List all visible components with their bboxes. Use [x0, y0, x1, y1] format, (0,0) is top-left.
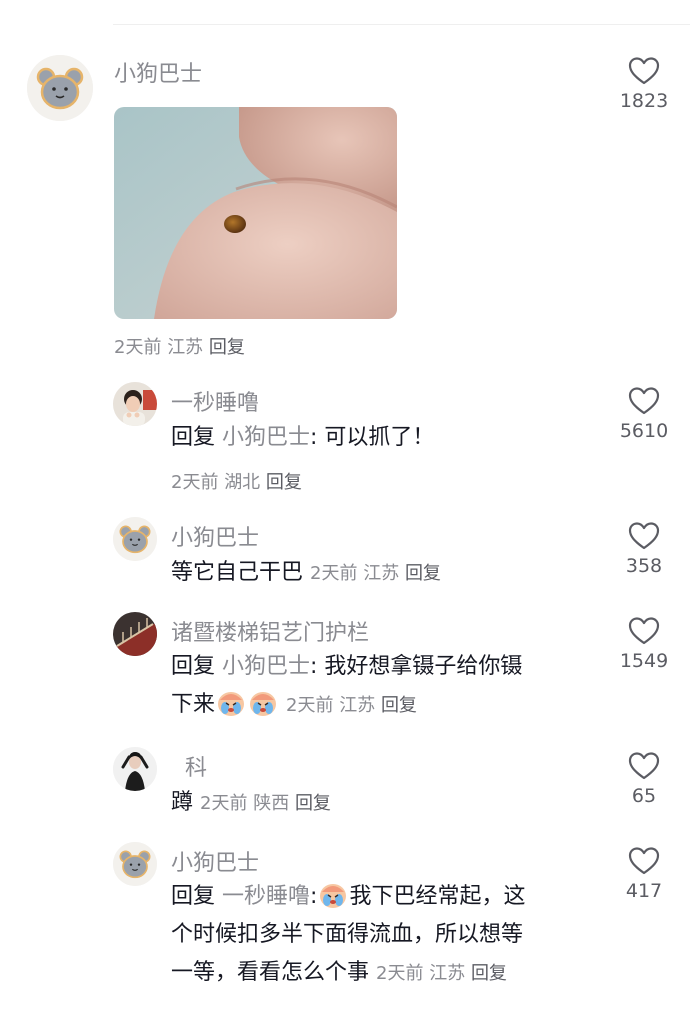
comment-time: 2天前: [200, 793, 248, 814]
bear-avatar-icon: [27, 55, 93, 121]
comment-username[interactable]: 科: [185, 750, 207, 782]
like-button[interactable]: 358: [604, 521, 684, 577]
crying-face-emoji: [248, 688, 278, 718]
comment-content-cont: 下来: [171, 692, 216, 717]
like-button[interactable]: 417: [604, 846, 684, 902]
comment-username[interactable]: 一秒睡噜: [171, 385, 259, 417]
comment-location: 湖北: [224, 472, 261, 493]
like-button[interactable]: 65: [604, 751, 684, 807]
comment-meta: 2天前 陕西 回复: [200, 793, 331, 814]
avatar-bear[interactable]: [113, 517, 157, 561]
comment-content: 等它自己干巴: [171, 560, 304, 585]
comment-location: 江苏: [363, 563, 400, 584]
comment-content: : 我好想拿镊子给你镊: [310, 654, 523, 679]
reply-to-user[interactable]: 小狗巴士: [222, 654, 310, 679]
comment-location: 陕西: [253, 793, 290, 814]
comment-location: 江苏: [339, 695, 376, 716]
crying-face-emoji: [318, 880, 348, 910]
reply-button[interactable]: 回复: [405, 563, 441, 584]
comment-content-cont: 一等，看看怎么个事: [171, 960, 370, 985]
like-count: 1549: [619, 650, 669, 672]
comment-username[interactable]: 小狗巴士: [114, 56, 202, 88]
heart-outline-icon: [628, 387, 660, 415]
heart-outline-icon: [628, 522, 660, 550]
bear-avatar-icon: [113, 517, 157, 561]
like-button[interactable]: 1823: [604, 56, 684, 112]
comment-text: 回复 一秒睡噜: 我下巴经常起，这 个时候扣多半下面得流血，所以想等 一等，看看怎…: [171, 878, 591, 993]
like-button[interactable]: 5610: [604, 386, 684, 442]
reply-prefix: 回复: [171, 884, 216, 909]
comment-meta: 2天前 江苏 回复: [376, 963, 507, 984]
comment-username[interactable]: 小狗巴士: [171, 845, 259, 877]
like-count: 1823: [619, 90, 669, 112]
like-count: 417: [625, 880, 663, 902]
bear-avatar-icon: [113, 842, 157, 886]
skin-photo-image: [114, 107, 397, 319]
avatar-stairs[interactable]: [113, 612, 157, 656]
reply-prefix: 回复: [171, 654, 216, 679]
comment-content-cont: 个时候扣多半下面得流血，所以想等: [171, 922, 524, 947]
comment-username[interactable]: 诸暨楼梯铝艺门护栏: [171, 615, 369, 647]
like-count: 5610: [619, 420, 669, 442]
woman-photo-avatar-icon: [113, 747, 157, 791]
comment-username[interactable]: 小狗巴士: [171, 520, 259, 552]
comment-text: 蹲 2天前 陕西 回复: [171, 784, 331, 823]
comment-content: 蹲: [171, 790, 194, 815]
staircase-railing-avatar-icon: [113, 612, 157, 656]
heart-outline-icon: [628, 752, 660, 780]
comment-location: 江苏: [429, 963, 466, 984]
heart-outline-icon: [628, 617, 660, 645]
avatar-bear[interactable]: [113, 842, 157, 886]
like-count: 358: [625, 555, 663, 577]
like-count: 65: [631, 785, 657, 807]
comment-location: 江苏: [167, 337, 204, 358]
reply-button[interactable]: 回复: [381, 695, 417, 716]
avatar-woman[interactable]: [113, 747, 157, 791]
comment-photo[interactable]: [114, 107, 397, 319]
comment-text: 回复 小狗巴士: 可以抓了！: [171, 419, 434, 457]
comment-meta: 2天前 江苏 回复: [286, 695, 417, 716]
comment-meta: 2天前 江苏 回复: [114, 333, 245, 359]
comment-text: 等它自己干巴 2天前 江苏 回复: [171, 554, 441, 593]
comment-time: 2天前: [286, 695, 334, 716]
heart-outline-icon: [628, 57, 660, 85]
comment-time: 2天前: [171, 472, 219, 493]
comment-meta: 2天前 江苏 回复: [310, 563, 441, 584]
reply-button[interactable]: 回复: [295, 793, 331, 814]
reply-button[interactable]: 回复: [471, 963, 507, 984]
comment-time: 2天前: [310, 563, 358, 584]
reply-button[interactable]: 回复: [266, 472, 302, 493]
heart-outline-icon: [628, 847, 660, 875]
comment-content: 我下巴经常起，这: [349, 884, 526, 909]
like-button[interactable]: 1549: [604, 616, 684, 672]
comment-time: 2天前: [114, 337, 162, 358]
divider: [113, 24, 690, 25]
avatar-bear[interactable]: [27, 55, 93, 121]
reply-to-user[interactable]: 小狗巴士: [222, 425, 310, 450]
reply-button[interactable]: 回复: [209, 337, 245, 358]
child-photo-avatar-icon: [113, 382, 157, 426]
comment-text: 回复 小狗巴士: 我好想拿镊子给你镊 下来 2天前 江苏 回复: [171, 648, 591, 725]
comment-time: 2天前: [376, 963, 424, 984]
reply-to-user[interactable]: 一秒睡噜: [222, 884, 310, 909]
reply-prefix: 回复: [171, 425, 216, 450]
comment-meta: 2天前 湖北 回复: [171, 468, 302, 494]
avatar-child[interactable]: [113, 382, 157, 426]
crying-face-emoji: [216, 688, 246, 718]
comment-content: : 可以抓了！: [310, 425, 435, 450]
